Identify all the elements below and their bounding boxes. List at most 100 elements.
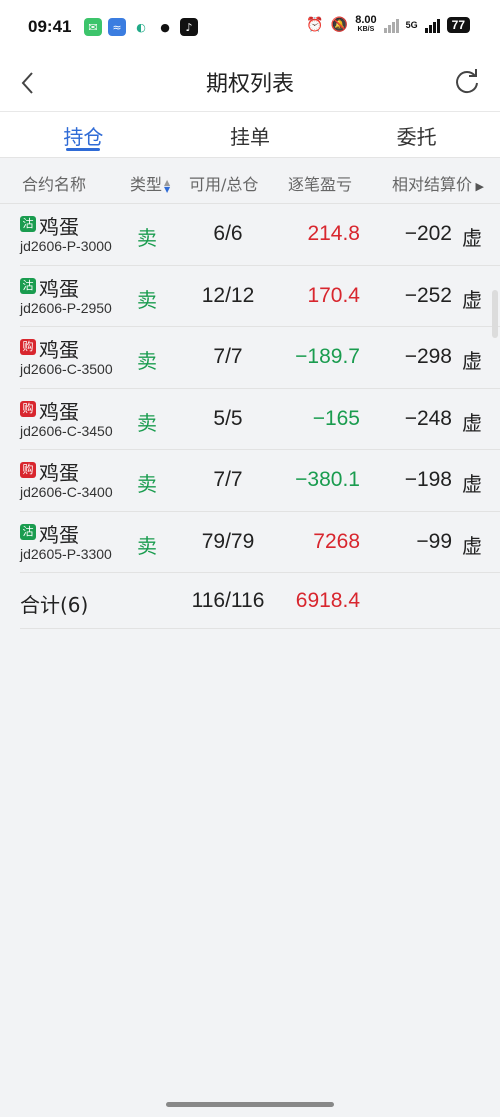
contract-code: jd2606-P-3000 bbox=[20, 238, 112, 254]
position-type: 卖 bbox=[137, 533, 157, 558]
header-contract: 合约名称 bbox=[22, 175, 87, 194]
home-indicator[interactable] bbox=[166, 1102, 334, 1107]
status-app-icons: ✉ ≈ ◐ ● ♪ bbox=[84, 18, 198, 36]
tab-bar: 持仓 挂单 委托 bbox=[0, 112, 500, 158]
tiktok-icon: ♪ bbox=[180, 18, 198, 36]
header-relative-settle[interactable]: 相对结算价 ▶ bbox=[392, 171, 484, 195]
moneyness-label: 虚 bbox=[462, 410, 482, 435]
scrollbar[interactable] bbox=[492, 290, 498, 338]
table-row[interactable]: 购 鸡蛋 jd2606-C-3450 卖 5/5 −165 −248 虚 bbox=[20, 389, 500, 450]
positions-table: 合约名称 类型 ▲ ▼ 可用/总仓 逐笔盈亏 相对结算价 ▶ 沽 鸡蛋 jd2606… bbox=[0, 158, 500, 629]
tab-orders[interactable]: 委托 bbox=[333, 112, 500, 157]
signal-5g-icon bbox=[424, 17, 440, 33]
pnl-value: −165 bbox=[312, 406, 360, 430]
available-total: 5/5 bbox=[213, 406, 243, 430]
signal-icon bbox=[383, 17, 399, 33]
page-title: 期权列表 bbox=[205, 72, 294, 97]
table-header: 合约名称 类型 ▲ ▼ 可用/总仓 逐笔盈亏 相对结算价 ▶ bbox=[0, 158, 500, 204]
table-body: 沽 鸡蛋 jd2606-P-3000 卖 6/6 214.8 −202 虚 沽 … bbox=[0, 204, 500, 573]
position-type: 卖 bbox=[137, 410, 157, 435]
moneyness-label: 虚 bbox=[462, 349, 482, 373]
total-qty: 116/116 bbox=[191, 589, 265, 612]
sort-icon: ▲ ▼ bbox=[164, 177, 171, 194]
pnl-value: 214.8 bbox=[307, 222, 360, 245]
network-type: 5G bbox=[405, 20, 418, 30]
caret-right-icon: ▶ bbox=[472, 180, 484, 193]
relative-settle: −248 bbox=[404, 406, 452, 430]
contract-code: jd2606-C-3450 bbox=[20, 422, 113, 439]
tab-positions[interactable]: 持仓 bbox=[0, 112, 167, 157]
header-relative-settle-label: 相对结算价 bbox=[392, 175, 473, 194]
table-row[interactable]: 购 鸡蛋 jd2606-C-3500 卖 7/7 −189.7 −298 虚 bbox=[20, 327, 500, 389]
position-type: 卖 bbox=[137, 349, 157, 373]
tab-pending-orders[interactable]: 挂单 bbox=[167, 112, 334, 157]
tab-active-indicator bbox=[66, 148, 101, 151]
header-pnl: 逐笔盈亏 bbox=[288, 175, 353, 194]
put-badge: 沽 bbox=[20, 277, 36, 294]
put-badge: 沽 bbox=[20, 216, 36, 232]
contract-name: 鸡蛋 bbox=[39, 522, 79, 547]
pnl-value: −380.1 bbox=[295, 468, 360, 491]
relative-settle: −298 bbox=[404, 345, 452, 368]
relative-settle: −99 bbox=[416, 529, 452, 553]
header-available-total: 可用/总仓 bbox=[189, 175, 259, 194]
status-right: ⏰ 🔕 8.00 KB/S 5G 77 bbox=[306, 15, 470, 34]
contract-name: 鸡蛋 bbox=[39, 399, 79, 424]
relative-settle: −252 bbox=[404, 283, 452, 307]
moneyness-label: 虚 bbox=[462, 226, 482, 250]
carrier-icon: ◐ bbox=[132, 18, 150, 36]
tab-label: 挂单 bbox=[230, 125, 270, 149]
wechat-icon: ● bbox=[156, 18, 174, 36]
table-row[interactable]: 沽 鸡蛋 jd2606-P-3000 卖 6/6 214.8 −202 虚 bbox=[20, 204, 500, 266]
contract-name: 鸡蛋 bbox=[39, 461, 79, 485]
available-total: 12/12 bbox=[201, 283, 255, 307]
pnl-value: 7268 bbox=[313, 529, 360, 553]
contract-code: jd2606-P-2950 bbox=[20, 299, 112, 316]
available-total: 7/7 bbox=[213, 468, 243, 491]
table-row[interactable]: 沽 鸡蛋 jd2606-P-2950 卖 12/12 170.4 −252 虚 bbox=[20, 266, 500, 327]
pnl-value: −189.7 bbox=[295, 345, 360, 368]
available-total: 79/79 bbox=[201, 529, 255, 553]
position-type: 卖 bbox=[137, 472, 157, 496]
available-total: 7/7 bbox=[213, 345, 243, 368]
position-type: 卖 bbox=[137, 287, 157, 312]
call-badge: 购 bbox=[20, 400, 36, 417]
contract-code: jd2605-P-3300 bbox=[20, 545, 112, 562]
position-type: 卖 bbox=[137, 226, 157, 250]
tab-label: 委托 bbox=[396, 125, 437, 149]
call-badge: 购 bbox=[20, 339, 36, 355]
refresh-button[interactable] bbox=[452, 66, 482, 96]
table-row[interactable]: 沽 鸡蛋 jd2605-P-3300 卖 79/79 7268 −99 虚 bbox=[20, 512, 500, 573]
relative-settle: −202 bbox=[404, 222, 452, 245]
status-bar: 09:41 ✉ ≈ ◐ ● ♪ ⏰ 🔕 8.00 KB/S 5G 77 bbox=[0, 0, 500, 56]
network-speed: 8.00 KB/S bbox=[355, 15, 376, 34]
total-label: 合计(6) bbox=[20, 593, 89, 617]
put-badge: 沽 bbox=[20, 523, 36, 540]
header-type[interactable]: 类型 ▲ ▼ bbox=[130, 171, 170, 195]
contract-code: jd2606-C-3400 bbox=[20, 484, 113, 500]
contract-name: 鸡蛋 bbox=[39, 338, 79, 362]
refresh-icon bbox=[456, 69, 478, 94]
nav-bar: 期权列表 bbox=[0, 56, 500, 112]
contract-name: 鸡蛋 bbox=[39, 215, 79, 239]
speed-unit: KB/S bbox=[357, 26, 375, 33]
total-pnl: 6918.4 bbox=[295, 589, 360, 612]
app-icon: ≈ bbox=[108, 18, 126, 36]
call-badge: 购 bbox=[20, 462, 36, 478]
relative-settle: −198 bbox=[404, 468, 452, 491]
contract-code: jd2606-C-3500 bbox=[20, 361, 113, 377]
battery-icon: 77 bbox=[446, 17, 470, 33]
total-row: 合计(6) 116/116 6918.4 bbox=[20, 573, 500, 629]
table-row[interactable]: 购 鸡蛋 jd2606-C-3400 卖 7/7 −380.1 −198 虚 bbox=[20, 450, 500, 512]
status-time: 09:41 bbox=[28, 17, 72, 36]
moneyness-label: 虚 bbox=[462, 287, 482, 312]
mute-icon: 🔕 bbox=[330, 17, 349, 33]
moneyness-label: 虚 bbox=[462, 533, 482, 558]
available-total: 6/6 bbox=[213, 222, 243, 245]
messages-icon: ✉ bbox=[84, 18, 102, 36]
pnl-value: 170.4 bbox=[307, 283, 360, 307]
tab-label: 持仓 bbox=[63, 125, 104, 149]
header-type-label: 类型 bbox=[130, 175, 163, 194]
contract-name: 鸡蛋 bbox=[39, 276, 79, 301]
moneyness-label: 虚 bbox=[462, 472, 482, 496]
